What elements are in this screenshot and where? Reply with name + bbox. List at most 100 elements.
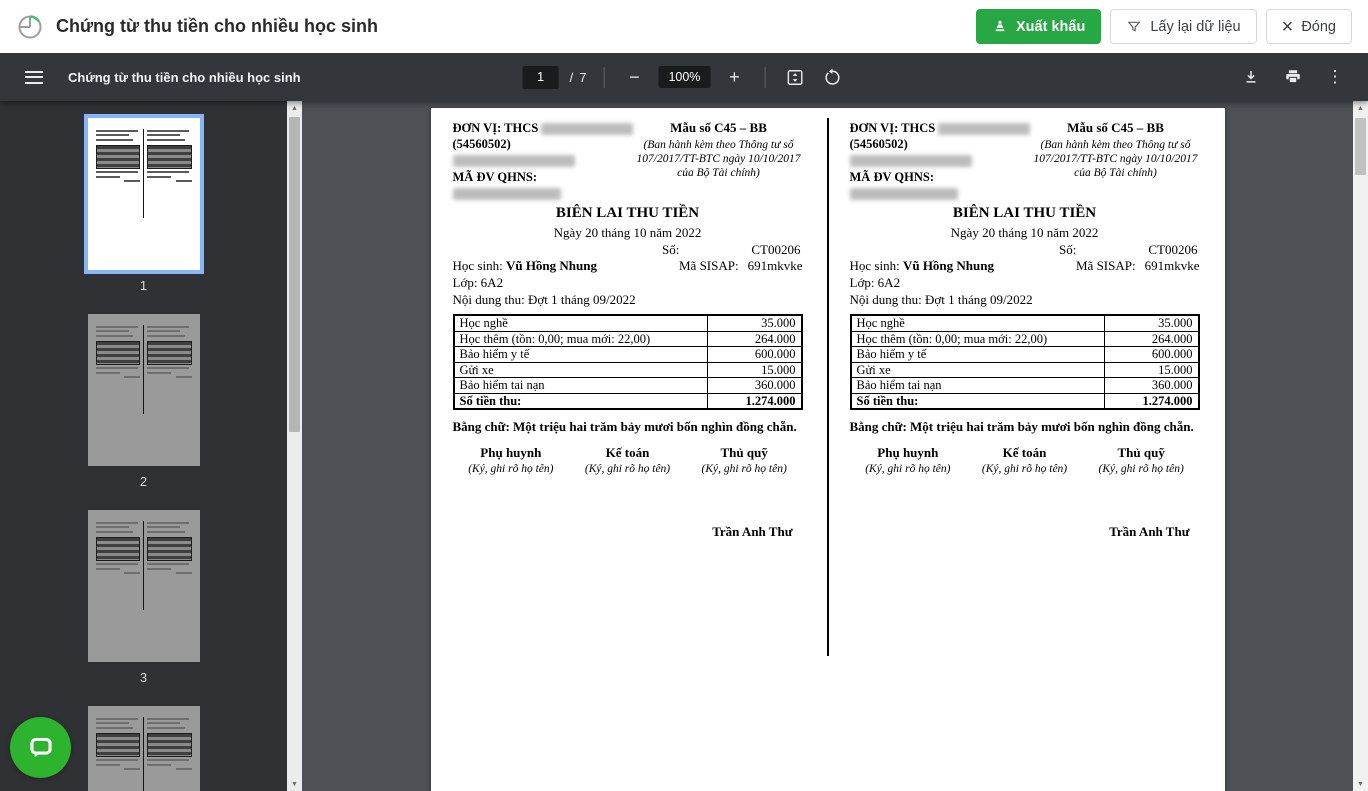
fee-amount: 15.000 <box>1104 361 1199 379</box>
sidebar-scrollbar[interactable]: ▲ ▼ <box>287 101 302 791</box>
hamburger-icon <box>25 70 43 73</box>
page-title: Chứng từ thu tiền cho nhiều học sinh <box>56 16 379 36</box>
signature-column: Thủ quỹ (Ký, ghi rõ họ tên) <box>686 445 803 478</box>
thumbnail-page-number: 3 <box>139 670 148 685</box>
chat-button[interactable] <box>10 717 71 778</box>
signature-column: Kế toán (Ký, ghi rõ họ tên) <box>569 445 686 478</box>
signature-note: (Ký, ghi rõ họ tên) <box>701 463 787 476</box>
receipt-copy-left: ĐƠN VỊ: THCS (54560502) MÃ ĐV QHNS: Mẫu … <box>431 108 828 791</box>
fee-row: Bảo hiểm y tế 600.000 <box>849 346 1199 363</box>
content-line: Nội dung thu: Đợt 1 tháng 09/2022 <box>452 292 636 308</box>
fee-amount: 264.000 <box>707 330 802 348</box>
fee-table: Học nghề 35.000 Học thêm (tồn: 0,00; mua… <box>452 314 803 411</box>
receipt-date: Ngày 20 tháng 10 năm 2022 <box>553 224 702 240</box>
document-scrollbar[interactable]: ▲ ▼ <box>1353 101 1368 791</box>
document-scrollbar-thumb[interactable] <box>1355 118 1366 175</box>
fee-name: Học nghề <box>849 314 1106 332</box>
scroll-up-icon[interactable]: ▲ <box>1353 101 1368 115</box>
fee-row: Học nghề 35.000 <box>452 314 802 332</box>
fee-amount: 35.000 <box>707 314 802 332</box>
form-note: (Ban hành kèm theo Thông tư số 107/2017/… <box>636 138 801 179</box>
rotate-icon <box>825 68 840 85</box>
fee-name: Học nghề <box>452 314 709 332</box>
scroll-down-icon[interactable]: ▼ <box>287 777 302 791</box>
signature-note: (Ký, ghi rõ họ tên) <box>468 463 554 476</box>
page-thumbnail[interactable]: 4 <box>87 706 200 791</box>
total-amount: 1.274.000 <box>1104 392 1199 410</box>
print-icon <box>1286 70 1300 84</box>
form-number: Mẫu số C45 – BB <box>670 120 767 135</box>
thumbnail-page-number: 2 <box>139 474 148 489</box>
signature-column: Phụ huynh (Ký, ghi rõ họ tên) <box>453 445 570 478</box>
amount-in-words: Bằng chữ: Một triệu hai trăm bảy mươi bố… <box>849 419 1194 435</box>
form-number: Mẫu số C45 – BB <box>1067 120 1164 135</box>
fit-page-button[interactable] <box>782 64 808 90</box>
page-count: / 7 <box>569 69 587 85</box>
more-options-button[interactable]: ⋮ <box>1322 64 1348 90</box>
signature-note: (Ký, ghi rõ họ tên) <box>865 463 951 476</box>
sidebar-scrollbar-thumb[interactable] <box>289 117 300 432</box>
signature-role: Kế toán <box>1002 444 1047 460</box>
page-thumbnail[interactable]: 1 <box>83 114 204 314</box>
fee-row: Học thêm (tồn: 0,00; mua mới: 22,00) 264… <box>452 330 802 348</box>
document-title: Chứng từ thu tiền cho nhiều học sinh <box>68 69 301 85</box>
zoom-out-button[interactable]: − <box>621 64 647 90</box>
scroll-up-icon[interactable]: ▲ <box>287 101 302 115</box>
redacted-qhns-code <box>849 188 958 201</box>
fee-name: Gửi xe <box>452 361 709 379</box>
total-amount: 1.274.000 <box>707 392 802 410</box>
fee-name: Học thêm (tồn: 0,00; mua mới: 22,00) <box>452 330 709 348</box>
toolbar-right-controls: ⋮ <box>1238 64 1368 90</box>
fee-name: Bảo hiểm y tế <box>849 346 1106 363</box>
receipt-date: Ngày 20 tháng 10 năm 2022 <box>950 224 1099 240</box>
chat-bubble-icon <box>29 737 52 757</box>
download-button[interactable] <box>1238 64 1264 90</box>
fee-row: Học thêm (tồn: 0,00; mua mới: 22,00) 264… <box>849 330 1199 348</box>
redacted-address <box>849 155 972 168</box>
page-thumbnail[interactable]: 3 <box>87 510 200 706</box>
redacted-unit-name <box>541 123 634 136</box>
fee-name: Học thêm (tồn: 0,00; mua mới: 22,00) <box>849 330 1106 348</box>
download-icon <box>1246 71 1256 83</box>
toolbar-separator <box>764 66 766 88</box>
unit-label: ĐƠN VỊ: THCS <box>849 121 936 135</box>
student-name: Vũ Hồng Nhung <box>902 258 994 274</box>
unit-code: (54560502) <box>849 137 908 151</box>
fee-row: Gửi xe 15.000 <box>452 361 802 379</box>
student-name: Vũ Hồng Nhung <box>505 258 597 274</box>
receipt-no-value: CT00206 <box>751 241 801 257</box>
sidebar-toggle-button[interactable] <box>14 57 54 97</box>
close-button[interactable]: × Đóng <box>1265 9 1352 44</box>
rotate-button[interactable] <box>819 64 845 90</box>
qhns-label: MÃ ĐV QHNS: <box>452 170 538 185</box>
thumbnail-preview <box>87 314 200 466</box>
fee-amount: 600.000 <box>1104 346 1199 363</box>
fee-amount: 600.000 <box>707 346 802 363</box>
zoom-level[interactable]: 100% <box>658 66 711 88</box>
qhns-label: MÃ ĐV QHNS: <box>849 170 935 185</box>
redacted-unit-name <box>938 123 1031 136</box>
export-button[interactable]: Xuất khẩu <box>976 9 1102 44</box>
receipt-title: BIÊN LAI THU TIỀN <box>555 205 700 222</box>
fee-amount: 35.000 <box>1104 314 1199 332</box>
sisap-value: 691mkvke <box>747 258 803 274</box>
thumbnail-page-number: 1 <box>139 278 148 293</box>
print-button[interactable] <box>1280 64 1306 90</box>
receipt-no-label: Số: <box>662 241 680 257</box>
plus-icon: + <box>729 66 740 87</box>
zoom-in-button[interactable]: + <box>721 64 747 90</box>
page-thumbnail[interactable]: 2 <box>87 314 200 510</box>
fee-amount: 360.000 <box>707 377 802 394</box>
content-line: Nội dung thu: Đợt 1 tháng 09/2022 <box>849 292 1033 308</box>
page-number-input[interactable] <box>522 65 559 89</box>
sisap-label: Mã SISAP: <box>1076 258 1136 274</box>
signature-block: Phụ huynh (Ký, ghi rõ họ tên) Kế toán (K… <box>453 445 803 478</box>
scroll-down-icon[interactable]: ▼ <box>1353 777 1368 791</box>
reload-data-button[interactable]: Lấy lại dữ liệu <box>1110 9 1257 44</box>
fit-page-icon <box>787 69 803 85</box>
signature-block: Phụ huynh (Ký, ghi rõ họ tên) Kế toán (K… <box>850 445 1200 478</box>
thumbnail-preview <box>87 510 200 662</box>
header-actions: Xuất khẩu Lấy lại dữ liệu × Đóng <box>976 9 1352 44</box>
redacted-qhns-code <box>452 188 561 201</box>
minus-icon: − <box>629 66 640 87</box>
